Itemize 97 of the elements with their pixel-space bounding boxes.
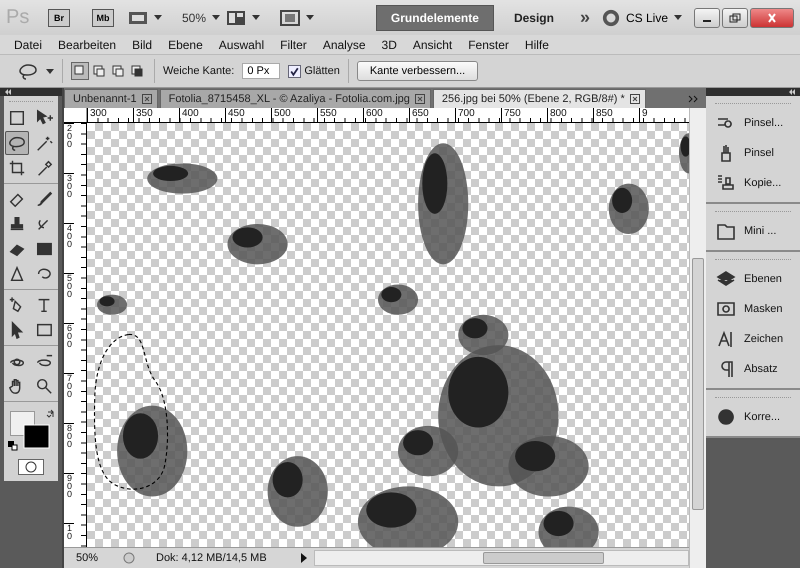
swap-arrows-icon[interactable]: [46, 409, 56, 419]
default-colors-icon[interactable]: [8, 441, 18, 451]
menu-item[interactable]: Filter: [272, 38, 315, 52]
ruler-label: 10: [64, 523, 74, 540]
caret-icon[interactable]: [154, 15, 162, 20]
lasso-icon[interactable]: [4, 131, 28, 155]
ruler-label: 750: [501, 108, 547, 122]
screen-mode-icon[interactable]: [280, 10, 300, 26]
selection-mode-icon: [92, 64, 106, 78]
ring-icon[interactable]: [602, 8, 620, 26]
menu-item[interactable]: Datei: [6, 38, 50, 52]
document-tab[interactable]: Fotolia_8715458_XL - © Azaliya - Fotolia.com.jpg: [160, 89, 431, 108]
panel-button[interactable]: Pinsel...: [708, 108, 798, 138]
cs-live-button[interactable]: CS Live: [626, 10, 668, 24]
ruler-label: 300: [87, 108, 133, 122]
menu-item[interactable]: Auswahl: [210, 38, 272, 52]
ruler-label: 200: [64, 123, 74, 173]
close-button[interactable]: [750, 8, 794, 28]
restore-button[interactable]: [722, 8, 748, 28]
workspace-button[interactable]: Grundelemente: [376, 4, 494, 30]
scroll-thumb[interactable]: [482, 552, 604, 564]
minimize-button[interactable]: [694, 8, 720, 28]
color-swatches-drawing[interactable]: [10, 411, 50, 449]
launcher-button[interactable]: Br: [48, 8, 70, 26]
circle-icon[interactable]: [122, 551, 136, 565]
menu-item[interactable]: 3D: [374, 38, 405, 52]
panel-button[interactable]: Masken: [708, 294, 798, 324]
play-arrow-icon[interactable]: [300, 552, 308, 564]
ruler-label: 300: [64, 173, 74, 223]
ruler-label: 500: [271, 108, 317, 122]
caret-icon[interactable]: [306, 15, 314, 20]
document-tab[interactable]: Unbenannt-1: [64, 89, 158, 108]
smoothing-label: Glätten: [304, 65, 340, 77]
ruler-label: 650: [409, 108, 455, 122]
document-tab[interactable]: 256.jpg bei 50% (Ebene 2, RGB/8#) *: [432, 89, 646, 108]
horizontal-scrollbar[interactable]: [314, 550, 689, 566]
ruler-label: 550: [317, 108, 363, 122]
caret-icon[interactable]: [46, 68, 54, 74]
ruler-label: 350: [133, 108, 179, 122]
restore-icon: [729, 12, 741, 22]
more-workspaces-button[interactable]: »: [574, 7, 596, 28]
zoom-dropdown[interactable]: 50%: [182, 10, 206, 24]
masks-icon: [716, 299, 736, 319]
panel-button[interactable]: Pinsel: [708, 138, 798, 168]
close-icon: [766, 12, 778, 22]
close-icon[interactable]: [142, 94, 152, 104]
ruler-label: 900: [64, 473, 74, 523]
launcher-button[interactable]: Mb: [92, 8, 114, 26]
adjust-icon: [716, 407, 736, 427]
zoom-level[interactable]: 50%: [64, 552, 114, 564]
ruler-label: 9: [639, 108, 648, 122]
caret-icon[interactable]: [252, 15, 260, 20]
more-tabs-icon[interactable]: [688, 95, 700, 103]
vertical-scrollbar[interactable]: [689, 108, 706, 568]
feather-label: Weiche Kante:: [163, 65, 234, 77]
layout-icon[interactable]: [226, 10, 246, 26]
menu-item[interactable]: Analyse: [314, 38, 374, 52]
menu-item[interactable]: Ebene: [160, 38, 211, 52]
close-icon[interactable]: [630, 94, 640, 104]
clone-icon: [716, 173, 736, 193]
minimize-icon: [703, 20, 711, 22]
selection-mode-icon: [111, 64, 125, 78]
film-icon[interactable]: [128, 10, 148, 26]
caret-icon[interactable]: [212, 15, 220, 20]
smoothing-checkbox[interactable]: [288, 64, 302, 78]
menu-item[interactable]: Bild: [124, 38, 160, 52]
mini-icon: [716, 221, 736, 241]
panel-button[interactable]: Kopie...: [708, 168, 798, 198]
menu-item[interactable]: Hilfe: [516, 38, 557, 52]
panel-button[interactable]: Absatz: [708, 354, 798, 384]
ruler-label: 850: [593, 108, 639, 122]
menu-item[interactable]: Fenster: [460, 38, 517, 52]
new-selection-button[interactable]: [71, 62, 89, 80]
refine-edge-button[interactable]: Kante verbessern...: [356, 61, 478, 81]
ruler-label: 700: [64, 373, 74, 423]
quick-mask-button[interactable]: [18, 459, 44, 475]
document-size: Dok: 4,12 MB/14,5 MB: [155, 552, 268, 564]
scroll-thumb[interactable]: [692, 258, 704, 510]
workspace-button[interactable]: Design: [500, 4, 568, 30]
ruler-label: 800: [547, 108, 593, 122]
ruler-label: 400: [179, 108, 225, 122]
ruler-label: 700: [455, 108, 501, 122]
panel-button[interactable]: Ebenen: [708, 264, 798, 294]
selection-mode-icon: [130, 64, 144, 78]
ruler-label: 800: [64, 423, 74, 473]
caret-icon[interactable]: [674, 15, 682, 20]
menu-item[interactable]: Bearbeiten: [50, 38, 124, 52]
ruler-label: 400: [64, 223, 74, 273]
ruler-label: 500: [64, 273, 74, 323]
feather-input[interactable]: 0 Px: [242, 63, 280, 79]
menu-item[interactable]: Ansicht: [404, 38, 460, 52]
ruler-label: 600: [64, 323, 74, 373]
ruler-label: 450: [225, 108, 271, 122]
close-icon[interactable]: [414, 94, 425, 104]
layers-icon: [716, 269, 736, 289]
ruler-label: 600: [363, 108, 409, 122]
panel-button[interactable]: Zeichen: [708, 324, 798, 354]
